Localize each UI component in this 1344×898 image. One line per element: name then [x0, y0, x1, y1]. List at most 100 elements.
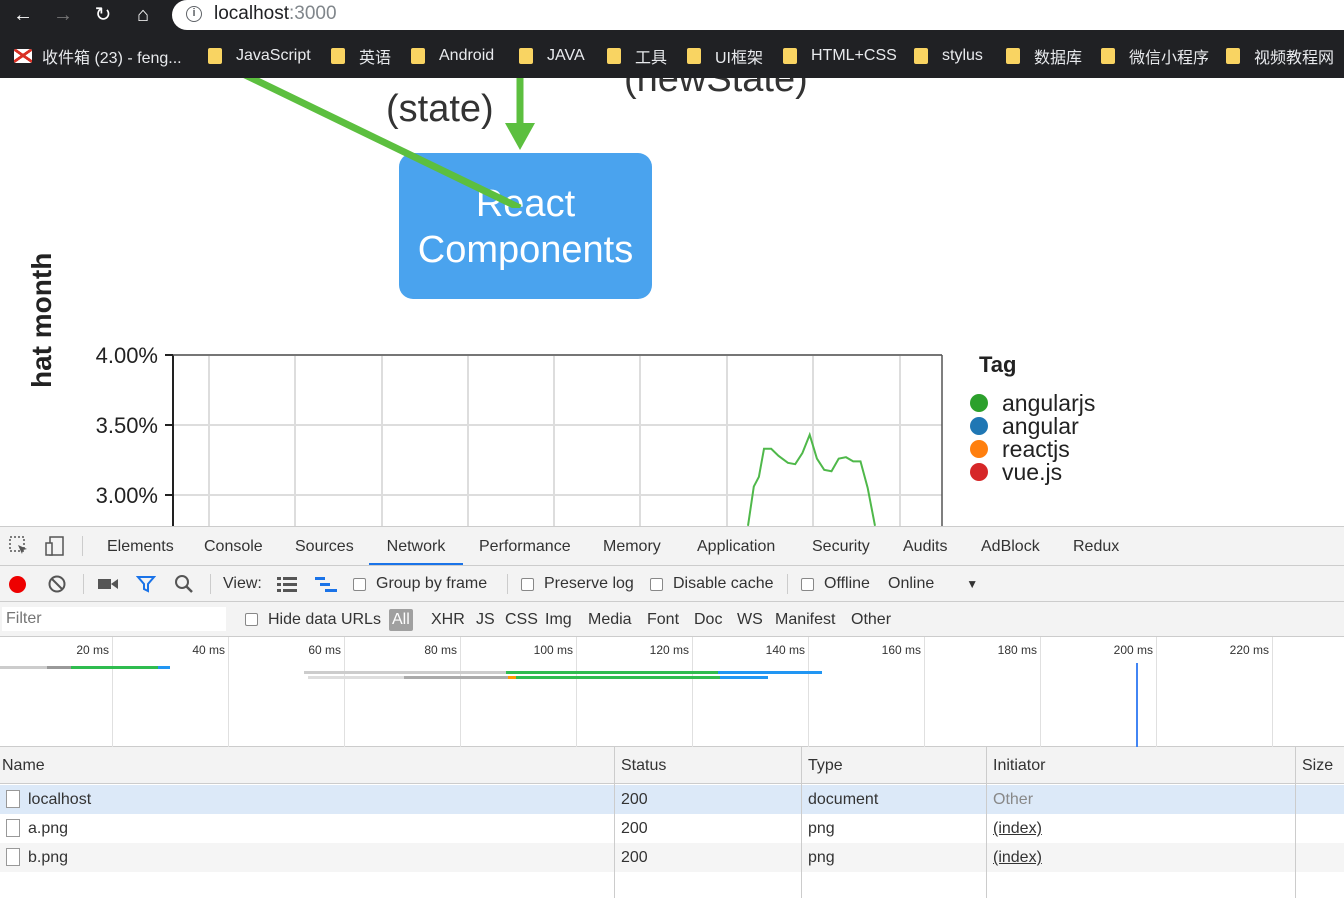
inspect-element-icon[interactable]	[8, 535, 30, 557]
bookmark-stylus[interactable]: stylus	[914, 34, 983, 78]
devtools-tab-bar: Elements Console Sources Network Perform…	[0, 527, 1344, 566]
tab-memory[interactable]: Memory	[603, 527, 661, 565]
view-label: View:	[223, 575, 262, 592]
divider	[210, 574, 211, 594]
table-row[interactable]: b.png 200 png (index)	[0, 843, 1344, 872]
react-box-line2: Components	[417, 229, 634, 271]
filter-ws[interactable]: WS	[737, 602, 763, 637]
bookmark-java[interactable]: JAVA	[519, 34, 585, 78]
tab-security[interactable]: Security	[812, 527, 870, 565]
column-header-size[interactable]: Size	[1300, 747, 1333, 784]
filter-manifest[interactable]: Manifest	[775, 602, 835, 637]
tab-adblock[interactable]: AdBlock	[981, 527, 1040, 565]
request-name: a.png	[28, 820, 69, 837]
waterfall-bar	[720, 676, 768, 679]
bookmark-english[interactable]: 英语	[331, 34, 391, 78]
tab-elements[interactable]: Elements	[107, 527, 174, 565]
bookmark-label: Android	[439, 47, 495, 64]
filter-js[interactable]: JS	[476, 602, 495, 637]
legend-item-reactjs: reactjs	[970, 436, 1070, 462]
back-icon[interactable]: ←	[8, 2, 38, 28]
info-icon[interactable]: i	[186, 6, 202, 22]
legend-dot	[970, 417, 988, 435]
record-button[interactable]	[9, 566, 26, 602]
filter-font[interactable]: Font	[647, 602, 679, 637]
large-rows-button[interactable]	[277, 566, 297, 602]
offline-checkbox[interactable]: Offline	[801, 566, 870, 602]
waterfall-icon	[315, 577, 337, 592]
bookmark-label: JAVA	[547, 47, 585, 64]
folder-icon	[687, 48, 701, 64]
search-button[interactable]	[174, 566, 194, 602]
bookmark-ui-frameworks[interactable]: UI框架	[687, 34, 763, 78]
checkbox	[245, 613, 258, 626]
table-row[interactable]: localhost 200 document Other	[0, 785, 1344, 814]
bookmark-database[interactable]: 数据库	[1006, 34, 1082, 78]
bookmark-video-tutorials[interactable]: 视频教程网	[1226, 34, 1334, 78]
bookmark-tools[interactable]: 工具	[607, 34, 667, 78]
request-type: png	[808, 849, 835, 866]
folder-icon	[914, 48, 928, 64]
address-bar[interactable]: i localhost:3000	[172, 0, 1344, 30]
bookmark-html-css[interactable]: HTML+CSS	[783, 34, 897, 78]
device-toolbar-icon[interactable]	[44, 535, 66, 557]
column-header-type[interactable]: Type	[806, 747, 843, 784]
column-header-status[interactable]: Status	[619, 747, 666, 784]
bookmark-android[interactable]: Android	[411, 34, 494, 78]
network-overview-timeline[interactable]: 20 ms 40 ms 60 ms 80 ms 100 ms 120 ms 14…	[0, 637, 1344, 747]
tab-audits[interactable]: Audits	[903, 527, 947, 565]
tab-console[interactable]: Console	[204, 527, 263, 565]
clear-button[interactable]	[47, 566, 67, 602]
legend-item-angular: angular	[970, 413, 1079, 439]
bookmark-label: UI框架	[715, 50, 764, 67]
preserve-log-checkbox[interactable]: Preserve log	[521, 566, 634, 602]
divider	[82, 536, 83, 556]
tab-sources[interactable]: Sources	[295, 527, 354, 565]
request-initiator-link[interactable]: (index)	[993, 814, 1042, 843]
disable-cache-checkbox[interactable]: Disable cache	[650, 566, 774, 602]
filter-img[interactable]: Img	[545, 602, 572, 637]
waterfall-bar	[308, 676, 404, 679]
diagonal-arrow-line	[243, 78, 522, 208]
column-header-name[interactable]: Name	[0, 747, 45, 784]
folder-icon	[607, 48, 621, 64]
tick-line	[460, 637, 461, 747]
forward-icon[interactable]: →	[48, 2, 78, 28]
request-initiator-link[interactable]: (index)	[993, 843, 1042, 872]
checkbox	[801, 577, 814, 591]
checkbox-label: Offline	[824, 575, 870, 592]
screenshot-capture-button[interactable]	[97, 566, 119, 602]
reload-icon[interactable]: ↻	[88, 2, 118, 28]
checkbox-label: Hide data URLs	[268, 610, 381, 628]
throttling-select[interactable]: Online ▼	[888, 566, 978, 602]
table-row[interactable]: a.png 200 png (index)	[0, 814, 1344, 843]
filter-all[interactable]: All	[389, 609, 413, 631]
bookmark-gmail[interactable]: 收件箱 (23) - feng...	[14, 34, 182, 78]
waterfall-bar	[304, 671, 506, 674]
waterfall-bar	[506, 671, 718, 674]
tab-application[interactable]: Application	[697, 527, 775, 565]
filter-media[interactable]: Media	[588, 602, 632, 637]
column-header-initiator[interactable]: Initiator	[991, 747, 1045, 784]
tab-performance[interactable]: Performance	[479, 527, 571, 565]
home-icon[interactable]: ⌂	[128, 2, 158, 28]
filter-toggle-button[interactable]	[136, 566, 156, 602]
tab-redux[interactable]: Redux	[1073, 527, 1119, 565]
hide-data-urls-checkbox[interactable]: Hide data URLs	[245, 602, 381, 637]
filter-input[interactable]	[2, 607, 226, 631]
tick-label: 160 ms	[881, 643, 921, 657]
group-by-frame-checkbox[interactable]: Group by frame	[353, 566, 487, 602]
filter-css[interactable]: CSS	[505, 602, 538, 637]
waterfall-view-button[interactable]	[315, 566, 337, 602]
filter-other[interactable]: Other	[851, 602, 891, 637]
bookmark-javascript[interactable]: JavaScript	[208, 34, 311, 78]
tab-network[interactable]: Network	[369, 527, 463, 565]
filter-xhr[interactable]: XHR	[431, 602, 465, 637]
bookmark-wechat-miniprogram[interactable]: 微信小程序	[1101, 34, 1209, 78]
bookmark-label: 微信小程序	[1129, 50, 1210, 67]
tick-line	[924, 637, 925, 747]
series-line-angularjs	[747, 431, 876, 526]
load-event-marker	[1136, 663, 1138, 747]
divider	[787, 574, 788, 594]
filter-doc[interactable]: Doc	[694, 602, 722, 637]
